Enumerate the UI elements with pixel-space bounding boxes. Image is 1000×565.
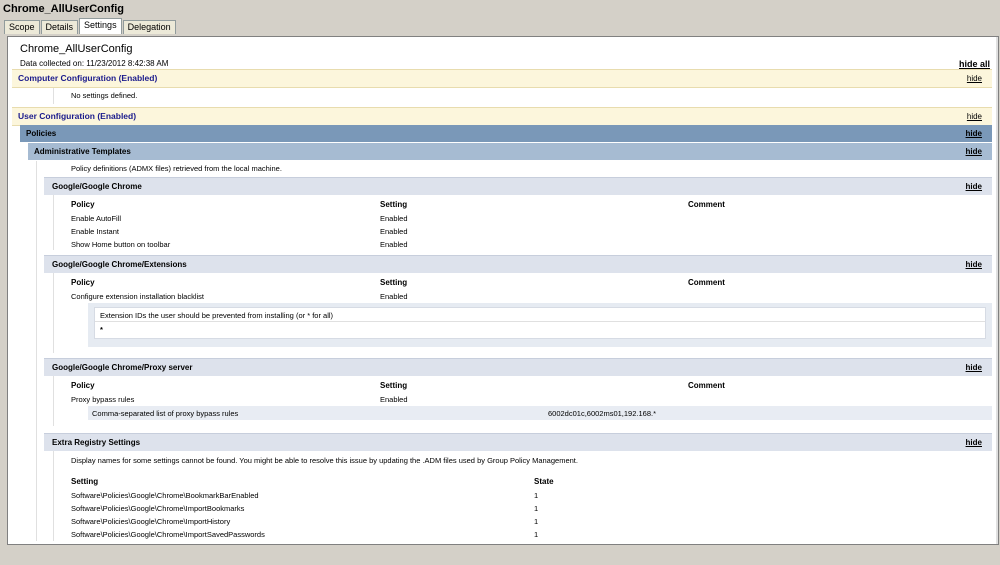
policy-name: Configure extension installation blackli… bbox=[71, 292, 204, 301]
extension-ids-label: Extension IDs the user should be prevent… bbox=[100, 311, 334, 320]
hide-link[interactable]: hide bbox=[966, 125, 982, 142]
extensions-section-header[interactable]: Google/Google Chrome/Extensions hide bbox=[44, 255, 992, 273]
proxy-bypass-value: 6002dc01c,6002ms01,192.168.* bbox=[548, 409, 657, 418]
computer-config-label: Computer Configuration (Enabled) bbox=[18, 73, 158, 83]
report-title: Chrome_AllUserConfig bbox=[20, 43, 133, 55]
policy-name: Enable Instant bbox=[71, 227, 119, 236]
proxy-bypass-label: Comma-separated list of proxy bypass rul… bbox=[92, 409, 239, 418]
policy-setting: Enabled bbox=[380, 227, 408, 236]
user-config-label: User Configuration (Enabled) bbox=[18, 111, 137, 121]
registry-state: 1 bbox=[534, 517, 539, 526]
user-config-header[interactable]: User Configuration (Enabled) hide bbox=[12, 107, 992, 126]
admin-templates-label: Administrative Templates bbox=[34, 147, 131, 156]
extension-detail-box: Extension IDs the user should be prevent… bbox=[88, 303, 992, 347]
scrollbar[interactable] bbox=[996, 37, 998, 544]
extension-detail-inner: Extension IDs the user should be prevent… bbox=[94, 307, 986, 339]
hide-all-link[interactable]: hide all bbox=[959, 59, 990, 69]
tab-settings[interactable]: Settings bbox=[79, 18, 122, 34]
policy-name: Proxy bypass rules bbox=[71, 395, 135, 404]
chrome-section-header[interactable]: Google/Google Chrome hide bbox=[44, 177, 992, 195]
registry-setting: Software\Policies\Google\Chrome\ImportBo… bbox=[71, 504, 245, 513]
col-comment: Comment bbox=[688, 278, 725, 287]
admx-note: Policy definitions (ADMX files) retrieve… bbox=[71, 164, 282, 173]
hide-link[interactable]: hide bbox=[967, 108, 982, 125]
registry-state: 1 bbox=[534, 491, 539, 500]
collected-date: Data collected on: 11/23/2012 8:42:38 AM bbox=[20, 59, 169, 68]
registry-setting: Software\Policies\Google\Chrome\ImportSa… bbox=[71, 530, 265, 539]
policy-name: Enable AutoFill bbox=[71, 214, 122, 223]
policy-setting: Enabled bbox=[380, 214, 408, 223]
hide-link[interactable]: hide bbox=[966, 143, 982, 160]
registry-state: 1 bbox=[534, 530, 539, 539]
divider bbox=[53, 376, 54, 426]
col-state: State bbox=[534, 477, 554, 486]
tab-delegation[interactable]: Delegation bbox=[122, 20, 176, 34]
divider bbox=[53, 273, 54, 353]
divider bbox=[53, 195, 54, 250]
divider bbox=[53, 451, 54, 541]
col-comment: Comment bbox=[688, 200, 725, 209]
computer-config-header[interactable]: Computer Configuration (Enabled) hide bbox=[12, 69, 992, 88]
extension-ids-value: * bbox=[100, 325, 103, 334]
hide-link[interactable]: hide bbox=[966, 178, 982, 195]
settings-report-panel: Chrome_AllUserConfig Data collected on: … bbox=[7, 36, 999, 545]
policies-header[interactable]: Policies hide bbox=[20, 125, 992, 142]
proxy-detail-row: Comma-separated list of proxy bypass rul… bbox=[88, 406, 992, 420]
chrome-section-label: Google/Google Chrome bbox=[52, 182, 142, 191]
tab-scope[interactable]: Scope bbox=[4, 20, 40, 34]
col-setting: Setting bbox=[380, 381, 408, 390]
extra-registry-header[interactable]: Extra Registry Settings hide bbox=[44, 433, 992, 451]
tab-details[interactable]: Details bbox=[40, 20, 79, 34]
extra-registry-note: Display names for some settings cannot b… bbox=[71, 456, 578, 465]
policy-setting: Enabled bbox=[380, 292, 408, 301]
col-setting: Setting bbox=[380, 278, 408, 287]
col-policy: Policy bbox=[71, 381, 95, 390]
proxy-section-label: Google/Google Chrome/Proxy server bbox=[52, 363, 193, 372]
registry-setting: Software\Policies\Google\Chrome\ImportHi… bbox=[71, 517, 231, 526]
proxy-section-header[interactable]: Google/Google Chrome/Proxy server hide bbox=[44, 358, 992, 376]
hide-link[interactable]: hide bbox=[967, 70, 982, 87]
registry-state: 1 bbox=[534, 504, 539, 513]
divider bbox=[53, 88, 54, 104]
hide-link[interactable]: hide bbox=[966, 359, 982, 376]
divider bbox=[36, 161, 37, 541]
no-settings-text: No settings defined. bbox=[71, 91, 138, 100]
col-comment: Comment bbox=[688, 381, 725, 390]
hide-link[interactable]: hide bbox=[966, 256, 982, 273]
col-setting: Setting bbox=[71, 477, 99, 486]
policy-name: Show Home button on toolbar bbox=[71, 240, 171, 249]
col-policy: Policy bbox=[71, 278, 95, 287]
registry-setting: Software\Policies\Google\Chrome\Bookmark… bbox=[71, 491, 259, 500]
extensions-section-label: Google/Google Chrome/Extensions bbox=[52, 260, 187, 269]
window-title: Chrome_AllUserConfig bbox=[3, 3, 125, 15]
tab-strip: Scope Details Settings Delegation bbox=[4, 18, 177, 35]
divider bbox=[95, 321, 985, 322]
policy-setting: Enabled bbox=[380, 240, 408, 249]
extra-registry-label: Extra Registry Settings bbox=[52, 438, 141, 447]
col-setting: Setting bbox=[380, 200, 408, 209]
policy-setting: Enabled bbox=[380, 395, 408, 404]
admin-templates-header[interactable]: Administrative Templates hide bbox=[28, 143, 992, 160]
col-policy: Policy bbox=[71, 200, 95, 209]
policies-label: Policies bbox=[26, 129, 57, 138]
hide-link[interactable]: hide bbox=[966, 434, 982, 451]
